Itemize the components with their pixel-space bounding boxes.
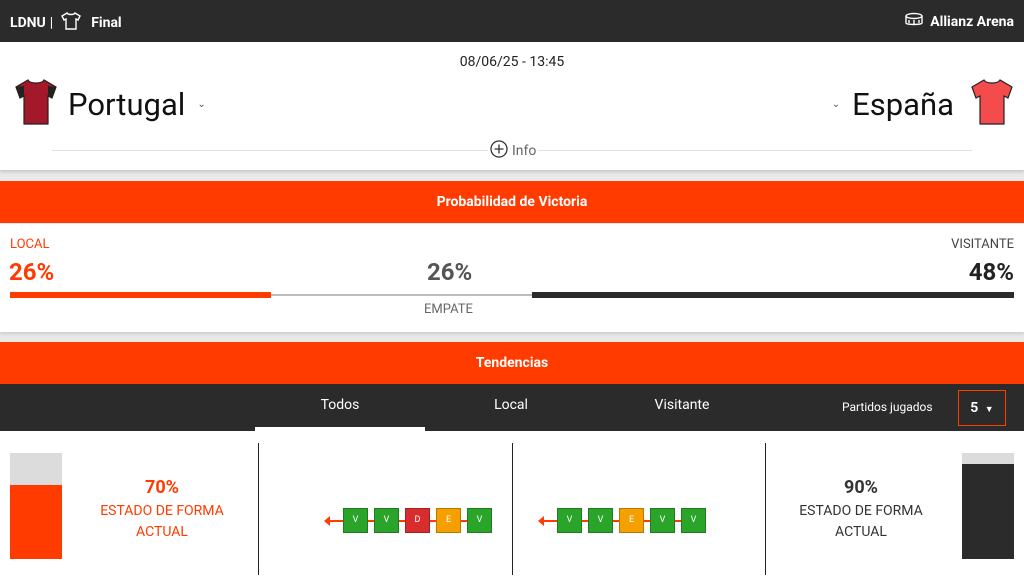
away-form-label-line1: ESTADO DE FORMA bbox=[799, 503, 923, 519]
local-percentage: 26% bbox=[9, 258, 55, 286]
home-team[interactable]: Portugal ⌄ bbox=[14, 78, 206, 130]
away-label: VISITANTE bbox=[951, 237, 1014, 252]
chevron-down-icon[interactable]: ⌄ bbox=[832, 99, 840, 110]
match-stage: Final bbox=[91, 15, 122, 31]
away-form-label-line2: ACTUAL bbox=[835, 524, 887, 540]
away-team-name: España bbox=[852, 85, 954, 123]
away-shirt-icon bbox=[970, 78, 1014, 130]
home-form-percentage: 70% bbox=[145, 477, 179, 498]
away-form-percentage: 90% bbox=[844, 477, 878, 498]
home-form-panel: 70% ESTADO DE FORMA ACTUAL bbox=[0, 443, 259, 575]
away-form-gauge bbox=[962, 453, 1014, 559]
draw-label: EMPATE bbox=[424, 302, 473, 317]
home-result-5[interactable]: V bbox=[467, 508, 492, 533]
home-results-panel: VVDEV bbox=[259, 443, 513, 575]
home-shirt-icon bbox=[14, 78, 58, 130]
win-probability: LOCAL 26% 26% VISITANTE 48% EMPATE bbox=[0, 224, 1024, 332]
arrow-left-icon bbox=[324, 515, 343, 526]
played-matches-label: Partidos jugados bbox=[842, 400, 933, 414]
away-result-1[interactable]: V bbox=[557, 508, 582, 533]
local-label: LOCAL bbox=[10, 237, 50, 252]
caret-down-icon: ▼ bbox=[984, 405, 994, 415]
tab-todos[interactable]: Todos bbox=[255, 384, 425, 431]
home-form-label: ESTADO DE FORMA ACTUAL bbox=[62, 501, 262, 543]
draw-probability-bar bbox=[271, 294, 533, 296]
home-result-3[interactable]: D bbox=[405, 508, 430, 533]
competition-info: LDNU | Final bbox=[10, 12, 122, 34]
arrow-left-icon bbox=[538, 515, 557, 526]
away-result-4[interactable]: V bbox=[650, 508, 675, 533]
home-result-2[interactable]: V bbox=[374, 508, 399, 533]
away-team[interactable]: ⌄ España bbox=[832, 78, 1014, 130]
trends-tabs: Todos Local Visitante Partidos jugados 5… bbox=[0, 384, 1024, 431]
away-percentage: 48% bbox=[968, 258, 1014, 286]
draw-percentage: 26% bbox=[427, 258, 473, 286]
away-form-gauge-fill bbox=[962, 463, 1014, 559]
away-form-label: ESTADO DE FORMA ACTUAL bbox=[766, 501, 956, 543]
probability-title: Probabilidad de Victoria bbox=[0, 181, 1024, 223]
away-result-5[interactable]: V bbox=[681, 508, 706, 533]
away-result-3[interactable]: E bbox=[619, 508, 644, 533]
tab-visitante[interactable]: Visitante bbox=[597, 384, 767, 431]
home-form-gauge-fill bbox=[10, 484, 62, 559]
home-form-label-line1: ESTADO DE FORMA bbox=[100, 503, 224, 519]
home-result-1[interactable]: V bbox=[343, 508, 368, 533]
venue-name[interactable]: Allianz Arena bbox=[930, 14, 1014, 30]
away-result-2[interactable]: V bbox=[588, 508, 613, 533]
home-form-gauge bbox=[10, 453, 62, 559]
trends-title: Tendencias bbox=[0, 342, 1024, 384]
local-probability-bar bbox=[10, 292, 272, 298]
header-separator: | bbox=[49, 15, 54, 31]
match-header: 08/06/25 - 13:45 Portugal ⌄ ⌄ España Inf… bbox=[0, 42, 1024, 170]
home-results-sequence: VVDEV bbox=[324, 508, 492, 533]
competition-name[interactable]: LDNU bbox=[10, 15, 46, 31]
match-datetime: 08/06/25 - 13:45 bbox=[459, 54, 565, 70]
venue-info: Allianz Arena bbox=[904, 12, 1014, 32]
home-result-4[interactable]: E bbox=[436, 508, 461, 533]
info-button[interactable]: Info bbox=[488, 140, 539, 162]
away-form-panel: 90% ESTADO DE FORMA ACTUAL bbox=[766, 443, 1024, 575]
tab-local[interactable]: Local bbox=[426, 384, 596, 431]
played-matches-value: 5 bbox=[970, 400, 979, 416]
home-form-label-line2: ACTUAL bbox=[136, 524, 188, 540]
top-bar: LDNU | Final Allianz Arena bbox=[0, 0, 1024, 42]
away-probability-bar bbox=[532, 292, 1014, 298]
away-results-panel: VVEVV bbox=[513, 443, 766, 575]
plus-circle-icon bbox=[490, 140, 512, 162]
played-matches-select[interactable]: 5 ▼ bbox=[958, 390, 1006, 426]
form-trends: 70% ESTADO DE FORMA ACTUAL VVDEV VVEVV 9… bbox=[0, 431, 1024, 586]
chevron-down-icon[interactable]: ⌄ bbox=[197, 99, 205, 110]
away-results-sequence: VVEVV bbox=[538, 508, 706, 533]
home-team-name: Portugal bbox=[68, 85, 186, 123]
stadium-icon bbox=[904, 12, 930, 32]
info-label: Info bbox=[512, 143, 537, 159]
shirt-icon bbox=[61, 12, 82, 34]
